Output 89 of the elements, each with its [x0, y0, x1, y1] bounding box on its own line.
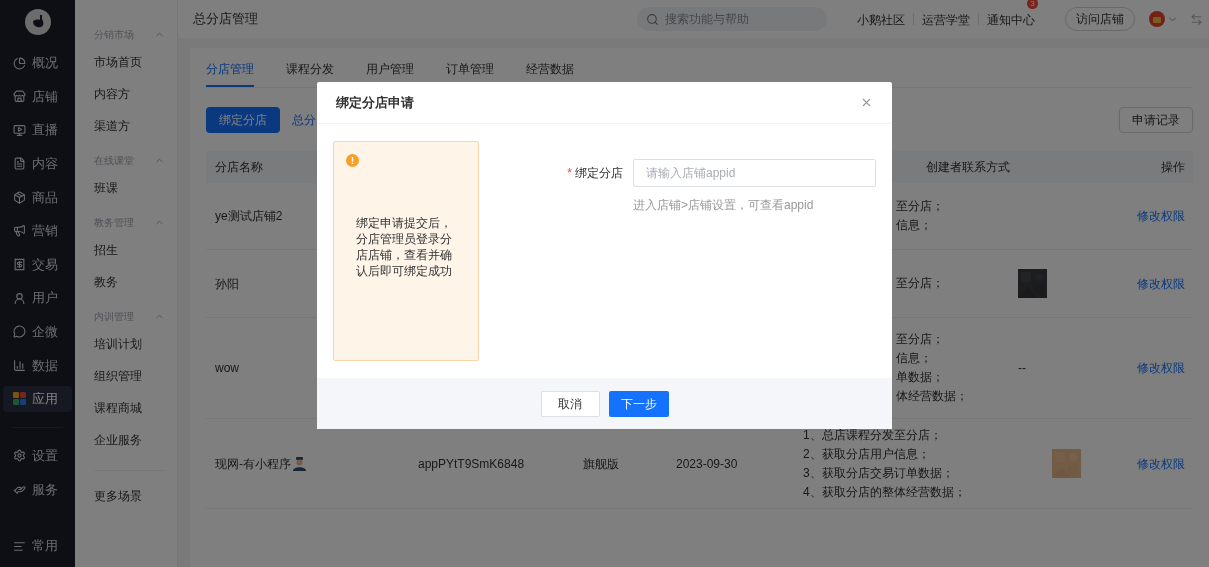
tab[interactable]: 课程分发 [286, 60, 334, 87]
nav-item[interactable]: 直播 [3, 117, 72, 144]
search-icon [646, 12, 659, 26]
table-cell: appPYtT9SmK6848 [418, 456, 525, 471]
permission-line: 信息； [896, 217, 933, 234]
nav-icon [13, 123, 26, 137]
list-icon [13, 539, 26, 553]
switch-icon[interactable] [1190, 12, 1203, 26]
nav-icon [13, 325, 26, 339]
column-header: 创建者联系方式 [926, 160, 1010, 174]
apps-icon [13, 392, 26, 406]
table-cell-text: -- [1018, 360, 1026, 377]
permission-line: 4、获取分店的整体经营数据； [803, 483, 967, 501]
table-cell-text: ye测试店铺2 [215, 208, 283, 225]
column-header: 分店名称 [215, 160, 263, 174]
nav-icon [13, 258, 26, 272]
sub-nav-item[interactable]: 内容方 [94, 78, 165, 110]
nav-item[interactable]: 用户 [3, 285, 72, 312]
header-link[interactable]: 通知中心 [987, 13, 1035, 27]
nav-icon [13, 190, 26, 204]
sub-nav-item[interactable]: 市场首页 [94, 46, 165, 78]
nav-icon [13, 483, 26, 497]
nav-item[interactable]: 数据 [3, 352, 72, 379]
nav-item[interactable]: 交易 [3, 251, 72, 278]
permission-line: 体经营数据； [896, 388, 969, 405]
head-store-link[interactable]: 总分 [292, 111, 316, 129]
nav-item[interactable]: 服务 [3, 476, 72, 503]
column-header: 操作 [1160, 159, 1186, 176]
edit-permission-link[interactable]: 修改权限 [1137, 209, 1185, 223]
sub-nav-item[interactable]: 培训计划 [94, 328, 165, 360]
nav-icon [13, 157, 26, 171]
avatar-icon[interactable] [1149, 11, 1165, 27]
nav-icon [13, 90, 26, 104]
header-link[interactable]: 运营学堂 [922, 13, 970, 27]
edit-permission-link[interactable]: 修改权限 [1137, 456, 1185, 471]
warning-icon [346, 154, 359, 167]
logo-icon [24, 9, 51, 35]
nav-item[interactable]: 概况 [3, 50, 72, 76]
nav-item[interactable]: 应用 [3, 385, 72, 412]
records-button[interactable]: 申请记录 [1119, 107, 1193, 133]
permission-line: 至分店； [896, 331, 945, 348]
nav-item[interactable]: 店铺 [3, 83, 72, 110]
table-cell-text: 现网-有小程序 [215, 455, 291, 473]
permission-line: 单数据； [896, 369, 945, 386]
nav-icon [13, 56, 26, 70]
required-mark: * [567, 165, 572, 182]
sub-nav-item[interactable]: 班课 [94, 172, 165, 204]
nav-icon [13, 449, 26, 463]
appid-input[interactable]: 请输入店铺appid [633, 159, 876, 187]
field-hint: 进入店铺>店铺设置，可查看appid [633, 197, 815, 214]
sub-nav-item[interactable]: 渠道方 [94, 110, 165, 142]
notification-badge: 3 [1027, 0, 1038, 9]
field-label: 绑定分店 [575, 165, 623, 182]
sub-nav-item[interactable]: 企业服务 [94, 424, 165, 456]
table-cell-text: wow [215, 360, 239, 377]
sub-nav-item[interactable]: 招生 [94, 234, 165, 266]
sub-nav-item[interactable]: 课程商城 [94, 392, 165, 424]
cancel-button[interactable]: 取消 [540, 390, 600, 417]
permission-line: 3、获取分店交易订单数据； [803, 464, 955, 482]
sub-nav-item[interactable]: 更多场景 [94, 481, 165, 511]
bind-store-button[interactable]: 绑定分店 [206, 107, 280, 133]
table-cell: 2023-09-30 [676, 456, 738, 471]
nav-icon [13, 291, 26, 305]
nav-item[interactable]: 营销 [3, 217, 72, 244]
notice-text: 绑定申请提交后，分店管理员登录分店店铺，查看并确认后即可绑定成功 [356, 214, 453, 279]
close-icon[interactable] [860, 96, 873, 109]
sub-nav-item[interactable]: 组织管理 [94, 360, 165, 392]
dialog-title: 绑定分店申请 [336, 93, 414, 112]
page-title: 总分店管理 [193, 10, 258, 29]
nav-item[interactable]: 企微 [3, 318, 72, 345]
nav-item[interactable]: 设置 [3, 442, 72, 469]
next-button[interactable]: 下一步 [608, 390, 669, 417]
permission-line: 2、获取分店用户信息； [803, 445, 931, 463]
nav-icon [13, 224, 26, 238]
permission-line: 至分店； [896, 198, 945, 215]
permission-line: 信息； [896, 350, 933, 367]
tab[interactable]: 分店管理 [206, 60, 254, 87]
edit-permission-link[interactable]: 修改权限 [1137, 361, 1185, 375]
header-link[interactable]: 小鹅社区 [857, 13, 905, 27]
permission-line: 至分店； [896, 275, 945, 292]
nav-item[interactable]: 商品 [3, 184, 72, 211]
nav-item[interactable]: 内容 [3, 150, 72, 177]
nav-icon [13, 358, 26, 372]
table-cell: 旗舰版 [583, 456, 619, 471]
edit-permission-link[interactable]: 修改权限 [1137, 276, 1185, 291]
table-cell-text: 孙阳 [215, 275, 239, 293]
permission-line: 1、总店课程分发至分店； [803, 426, 943, 444]
nav-item[interactable]: 常用 [0, 533, 75, 559]
sub-nav-item[interactable]: 教务 [94, 266, 165, 298]
